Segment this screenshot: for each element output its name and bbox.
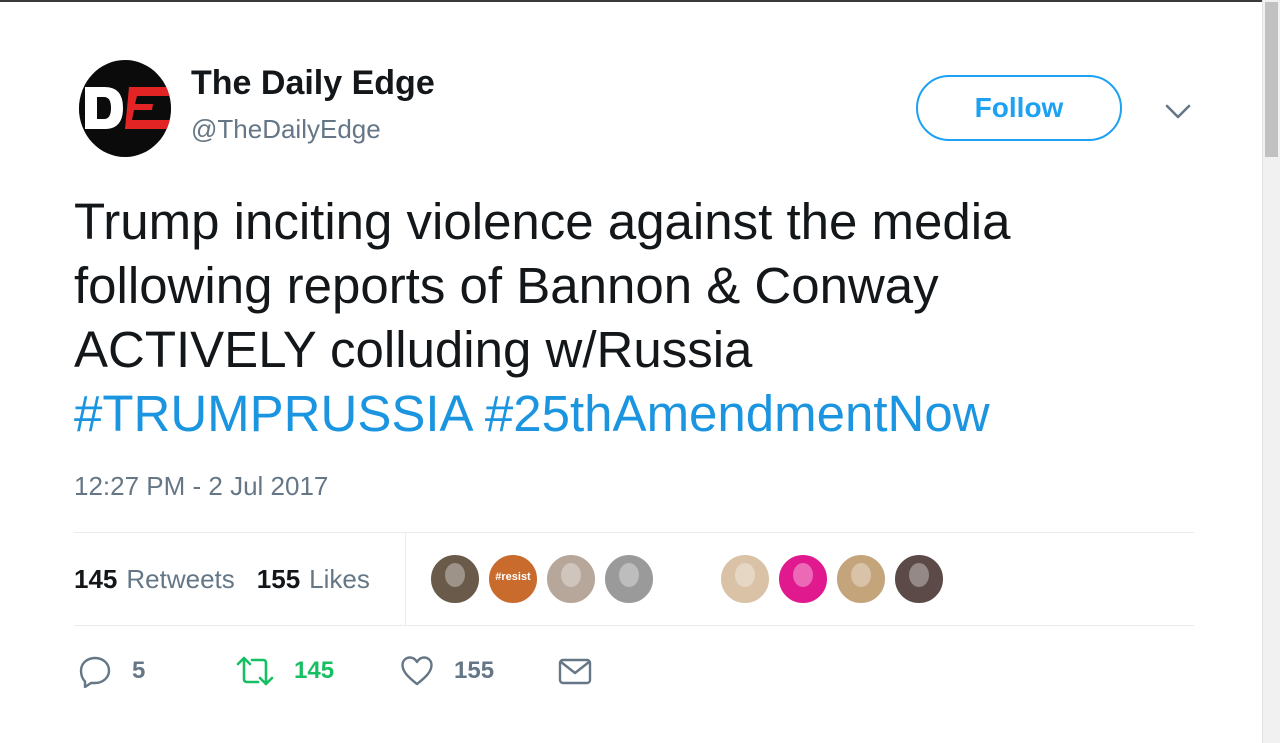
divider	[74, 625, 1194, 626]
likes-label: Likes	[309, 564, 370, 594]
direct-message-button[interactable]	[558, 645, 592, 697]
tweet-text-line: Trump inciting violence against the medi…	[74, 193, 1011, 250]
liker-avatar-6[interactable]	[720, 554, 770, 604]
tweet-stats: 145 Retweets 155 Likes	[74, 533, 370, 626]
the-daily-edge-logo-icon	[79, 62, 171, 155]
like-button[interactable]: 155	[400, 645, 494, 697]
tweet-timestamp[interactable]: 12:27 PM - 2 Jul 2017	[74, 471, 328, 502]
scrollbar-thumb[interactable]	[1265, 2, 1278, 157]
liker-avatar-4[interactable]	[604, 554, 654, 604]
avatar-figure	[445, 563, 465, 587]
heart-icon	[401, 656, 433, 686]
liker-avatar-7[interactable]	[778, 554, 828, 604]
liker-avatar-9[interactable]	[894, 554, 944, 604]
avatar-figure	[909, 563, 929, 587]
tweet-text: Trump inciting violence against the medi…	[74, 190, 1224, 446]
avatar-figure	[619, 563, 639, 587]
liker-avatar-5[interactable]	[662, 554, 712, 604]
chevron-down-icon[interactable]	[1163, 96, 1193, 126]
follow-button[interactable]: Follow	[916, 75, 1122, 141]
avatar-figure	[677, 563, 697, 587]
likes-count: 155	[256, 564, 301, 594]
user-handle[interactable]: @TheDailyEdge	[191, 114, 381, 145]
liker-avatar-1[interactable]	[430, 554, 480, 604]
avatar-text: #resist	[495, 571, 531, 583]
tweet-card: The Daily Edge @TheDailyEdge Follow Trum…	[0, 0, 1262, 743]
avatar-figure	[793, 563, 813, 587]
retweets-count: 145	[74, 564, 118, 594]
retweet-count: 145	[294, 657, 335, 684]
liker-avatar-3[interactable]	[546, 554, 596, 604]
retweet-icon	[236, 656, 274, 686]
hashtag-link[interactable]: #TRUMPRUSSIA	[74, 385, 471, 442]
tweet-text-line: following reports of Bannon & Conway	[74, 257, 939, 314]
avatar[interactable]	[79, 60, 171, 157]
retweet-button[interactable]: 145	[236, 645, 334, 697]
avatar-figure	[735, 563, 755, 587]
envelope-icon	[558, 658, 592, 685]
likes-stat[interactable]: 155 Likes	[257, 564, 370, 595]
display-name[interactable]: The Daily Edge	[191, 64, 435, 103]
tweet-text-line: ACTIVELY colluding w/Russia	[74, 321, 753, 378]
reply-icon	[79, 656, 111, 688]
liker-avatar-2[interactable]: #resist	[488, 554, 538, 604]
reply-count: 5	[132, 657, 146, 684]
liker-avatar-8[interactable]	[836, 554, 886, 604]
retweets-stat[interactable]: 145 Retweets	[74, 564, 235, 595]
like-count: 155	[454, 657, 495, 684]
avatar-figure	[851, 563, 871, 587]
hashtag-link[interactable]: #25thAmendmentNow	[485, 385, 990, 442]
avatar-figure	[561, 563, 581, 587]
retweets-label: Retweets	[126, 564, 235, 594]
stats-separator	[405, 533, 406, 626]
hashtag-line: #TRUMPRUSSIA #25thAmendmentNow	[74, 382, 1224, 446]
reply-button[interactable]: 5	[78, 645, 145, 697]
